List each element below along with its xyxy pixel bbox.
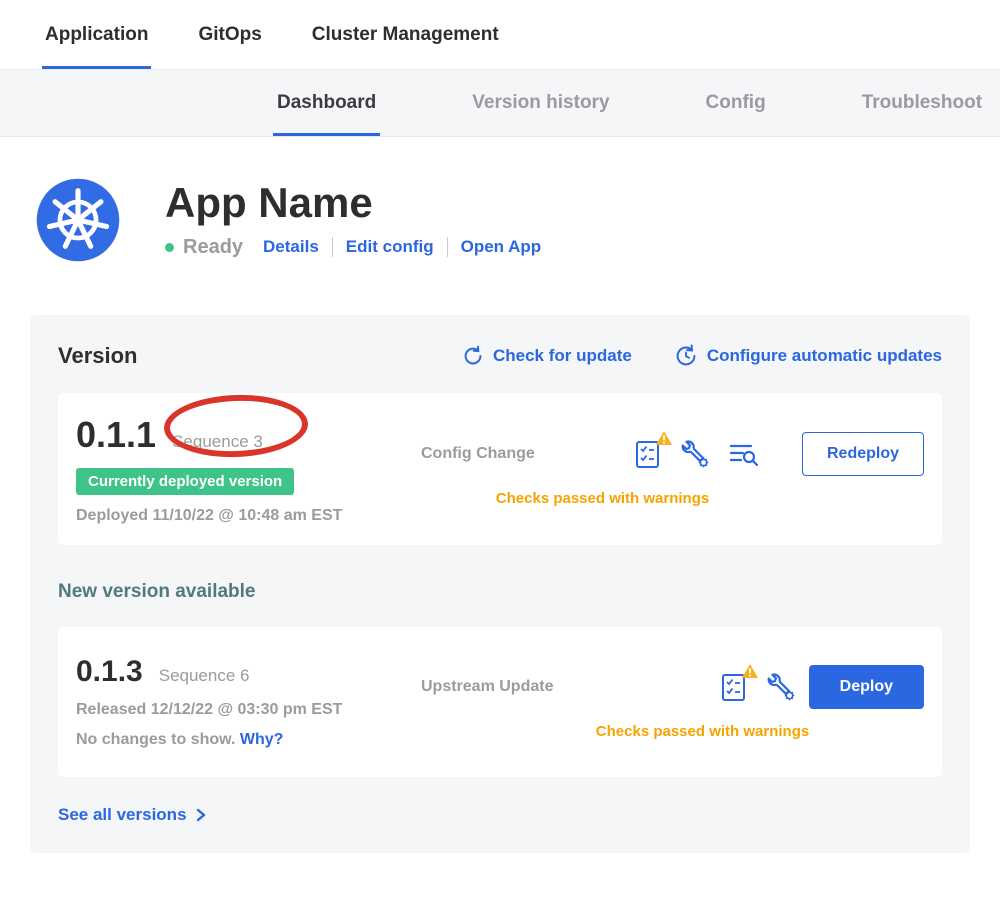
warning-triangle-icon [656,431,672,445]
available-version-sequence: Sequence 6 [159,666,250,686]
tab-cluster-management[interactable]: Cluster Management [312,0,499,69]
app-header: App Name Ready Details Edit config Open … [35,177,1000,263]
tab-version-history[interactable]: Version history [472,70,609,136]
available-version-number: 0.1.3 [76,655,143,689]
open-app-link[interactable]: Open App [461,237,542,257]
current-version-source: Config Change [421,445,611,463]
redeploy-button[interactable]: Redeploy [802,432,924,476]
app-sub-nav: Dashboard Version history Config Trouble… [0,70,1000,137]
configure-auto-updates-label: Configure automatic updates [707,346,942,366]
no-changes-note: No changes to show. Why? [76,731,421,749]
available-version-source: Upstream Update [421,678,611,696]
current-checks-status: Checks passed with warnings [421,490,784,507]
current-version-sequence: Sequence 3 [172,432,263,452]
refresh-icon [462,345,484,367]
app-status: Ready [183,236,243,259]
warning-triangle-icon [742,664,758,678]
deploy-button[interactable]: Deploy [809,665,924,709]
details-link[interactable]: Details [263,237,319,257]
tab-config[interactable]: Config [706,70,766,136]
no-changes-text: No changes to show. [76,731,235,748]
new-version-heading: New version available [58,581,942,603]
tab-gitops[interactable]: GitOps [198,0,261,69]
config-wrench-icon[interactable] [681,439,711,469]
preflight-checks-icon[interactable] [635,439,663,469]
configure-auto-updates-button[interactable]: Configure automatic updates [674,344,942,368]
version-panel: Version Check for update Configure autom… [30,315,970,853]
divider [447,237,448,257]
view-files-icon[interactable] [729,442,759,466]
deployed-badge: Currently deployed version [76,468,294,495]
released-timestamp: Released 12/12/22 @ 03:30 pm EST [76,701,421,719]
preflight-checks-icon[interactable] [721,672,749,702]
ready-status-dot [165,243,174,252]
check-for-update-label: Check for update [493,346,632,366]
config-wrench-icon[interactable] [767,672,797,702]
see-all-versions-label: See all versions [58,805,187,825]
tab-troubleshoot[interactable]: Troubleshoot [862,70,982,136]
clock-refresh-icon [674,344,698,368]
current-version-card: 0.1.1 Sequence 3 Currently deployed vers… [58,393,942,545]
tab-dashboard[interactable]: Dashboard [277,70,376,136]
page-title: App Name [165,181,541,225]
current-version-number: 0.1.1 [76,414,156,456]
chevron-right-icon [195,808,207,822]
deployed-timestamp: Deployed 11/10/22 @ 10:48 am EST [76,507,421,525]
available-checks-status: Checks passed with warnings [481,723,924,740]
kubernetes-logo [35,177,121,263]
why-link[interactable]: Why? [240,731,284,748]
divider [332,237,333,257]
primary-nav: Application GitOps Cluster Management [0,0,1000,70]
see-all-versions-link[interactable]: See all versions [58,805,207,825]
edit-config-link[interactable]: Edit config [346,237,434,257]
available-version-card: 0.1.3 Sequence 6 Released 12/12/22 @ 03:… [58,627,942,777]
tab-application[interactable]: Application [45,0,148,69]
version-heading: Version [58,343,137,369]
check-for-update-button[interactable]: Check for update [462,344,632,368]
